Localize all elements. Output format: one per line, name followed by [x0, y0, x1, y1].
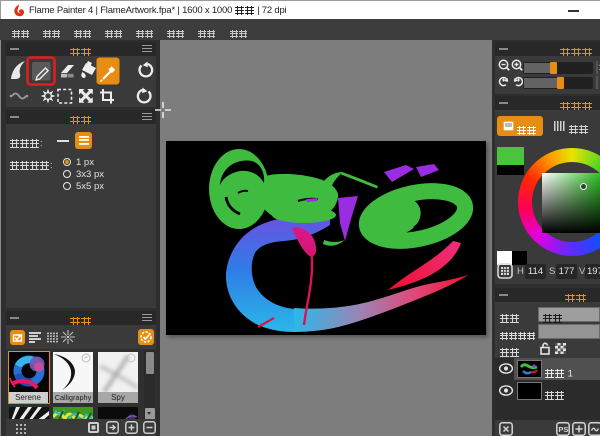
svg-text:PS: PS	[558, 425, 568, 434]
